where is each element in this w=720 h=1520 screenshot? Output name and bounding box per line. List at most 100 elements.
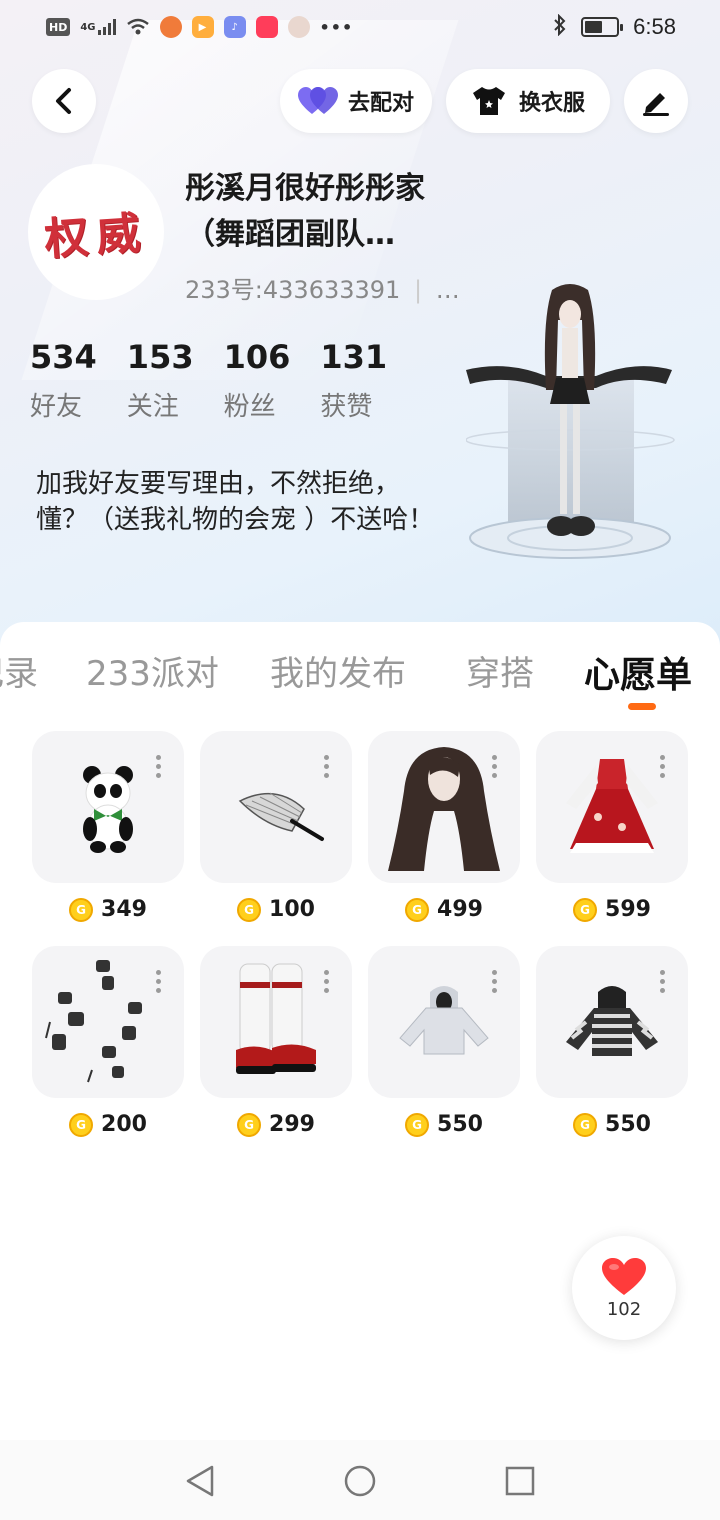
nav-recents-icon[interactable] <box>504 1465 536 1497</box>
stat-following[interactable]: 153 关注 <box>127 338 194 423</box>
tab-outfits[interactable]: 穿搭 <box>466 646 534 695</box>
more-options-icon[interactable] <box>660 970 666 993</box>
striped-sweater-image <box>566 986 658 1056</box>
coin-icon: G <box>405 897 430 922</box>
pair-button[interactable]: 去配对 <box>280 69 432 133</box>
network-type: 4G <box>80 21 96 33</box>
price-value: 550 <box>437 1112 483 1137</box>
wishlist-price: G 550 <box>536 1112 688 1137</box>
price-value: 100 <box>269 897 315 922</box>
stat-label: 获赞 <box>320 392 373 422</box>
stat-fans[interactable]: 106 粉丝 <box>224 338 291 423</box>
id-more: … <box>435 276 460 304</box>
stat-label: 好友 <box>30 392 83 422</box>
white-boots-image <box>236 963 316 1074</box>
more-options-icon[interactable] <box>492 970 498 993</box>
pair-label: 去配对 <box>347 91 414 116</box>
avatar[interactable]: 权威 <box>28 164 164 300</box>
wishlist-item-tattoo[interactable] <box>32 946 184 1098</box>
avatar-app-icon <box>287 16 310 38</box>
coin-icon: G <box>69 1112 94 1137</box>
stat-label: 关注 <box>126 392 179 422</box>
more-options-icon[interactable] <box>156 755 162 778</box>
signal-icon: 4G <box>80 16 116 38</box>
wishlist-price: G 499 <box>368 897 520 922</box>
like-count: 102 <box>606 1298 642 1320</box>
avatar-figure[interactable] <box>465 280 720 580</box>
nav-back-icon[interactable] <box>184 1464 216 1498</box>
wishlist-item-grey-hoodie[interactable] <box>368 946 520 1098</box>
stat-likes[interactable]: 131 获赞 <box>320 338 387 423</box>
price-value: 599 <box>605 897 651 922</box>
back-button[interactable] <box>32 69 96 133</box>
id-separator: | <box>413 276 423 304</box>
more-options-icon[interactable] <box>492 755 498 778</box>
wishlist-item-dress[interactable] <box>536 731 688 883</box>
tab-wishlist[interactable]: 心愿单 <box>584 646 692 698</box>
wifi-icon <box>126 16 150 38</box>
change-outfit-button[interactable]: 换衣服 <box>446 69 610 133</box>
tab-records[interactable]: 记录 <box>0 646 38 695</box>
long-hair-image <box>388 747 500 871</box>
wishlist-item-panda[interactable] <box>32 731 184 883</box>
edit-profile-button[interactable] <box>624 69 688 133</box>
battery-icon <box>581 17 624 37</box>
status-icons-right: 6:58 <box>553 13 676 40</box>
status-icons-left: HD 4G ▶ ♪ ••• <box>46 16 353 38</box>
heart-icon <box>297 87 338 114</box>
panda-image <box>83 766 133 853</box>
tab-my-posts[interactable]: 我的发布 <box>270 646 406 695</box>
chevron-left-icon <box>56 88 71 114</box>
stat-value: 153 <box>126 338 194 376</box>
like-button[interactable]: 102 <box>572 1236 676 1340</box>
price-value: 299 <box>269 1112 315 1137</box>
wishlist-item-striped-sweater[interactable] <box>536 946 688 1098</box>
more-options-icon[interactable] <box>156 970 162 993</box>
user-id[interactable]: 233号:433633391 | … <box>185 270 460 305</box>
stat-value: 106 <box>223 338 291 376</box>
video-app-icon: ▶ <box>191 16 214 38</box>
coin-icon: G <box>237 1112 262 1137</box>
grey-hoodie-image <box>399 986 489 1055</box>
change-outfit-label: 换衣服 <box>518 91 585 116</box>
wishlist-price: G 599 <box>536 897 688 922</box>
price-value: 550 <box>605 1112 651 1137</box>
more-options-icon[interactable] <box>660 755 666 778</box>
tab-233-party[interactable]: 233派对 <box>86 646 219 695</box>
coin-icon: G <box>405 1112 430 1137</box>
stat-label: 粉丝 <box>223 392 276 422</box>
price-value: 349 <box>101 897 147 922</box>
avatar-figure-illustration <box>465 284 675 559</box>
nav-home-icon[interactable] <box>343 1464 377 1498</box>
status-bar: HD 4G ▶ ♪ ••• 6:58 <box>0 0 720 58</box>
pen-icon <box>643 93 669 116</box>
wishlist-price: G 299 <box>200 1112 352 1137</box>
shopping-app-icon <box>255 16 278 38</box>
clock: 6:58 <box>633 14 676 39</box>
tattoo-pattern-image <box>45 960 142 1083</box>
coin-icon: G <box>573 1112 598 1137</box>
tab-indicator <box>628 703 656 710</box>
wishlist-item-hair[interactable] <box>368 731 520 883</box>
wishlist-price: G 550 <box>368 1112 520 1137</box>
wishlist-price: G 100 <box>200 897 352 922</box>
wishlist-item-fan[interactable] <box>200 731 352 883</box>
more-notifications-icon: ••• <box>319 17 354 37</box>
coin-icon: G <box>237 897 262 922</box>
bio: 加我好友要写理由，不然拒绝，懂？（送我礼物的会宠 ）不送哈！ <box>36 469 435 535</box>
coin-icon: G <box>69 897 94 922</box>
more-options-icon[interactable] <box>324 970 330 993</box>
battery-fill <box>585 21 603 33</box>
heart-icon <box>602 1257 646 1295</box>
stat-friends[interactable]: 534 好友 <box>30 338 97 423</box>
folding-fan-image <box>238 792 324 841</box>
price-value: 499 <box>437 897 483 922</box>
more-options-icon[interactable] <box>324 755 330 778</box>
wishlist-item-boots[interactable] <box>200 946 352 1098</box>
red-dress-image <box>566 759 658 853</box>
profile-stats: 534 好友 153 关注 106 粉丝 131 获赞 <box>30 338 387 423</box>
profile-tabs: 记录 233派对 我的发布 穿搭 心愿单 <box>0 644 720 714</box>
bluetooth-icon <box>553 13 567 40</box>
avatar-text: 权威 <box>42 207 150 266</box>
hd-icon: HD <box>46 18 71 36</box>
